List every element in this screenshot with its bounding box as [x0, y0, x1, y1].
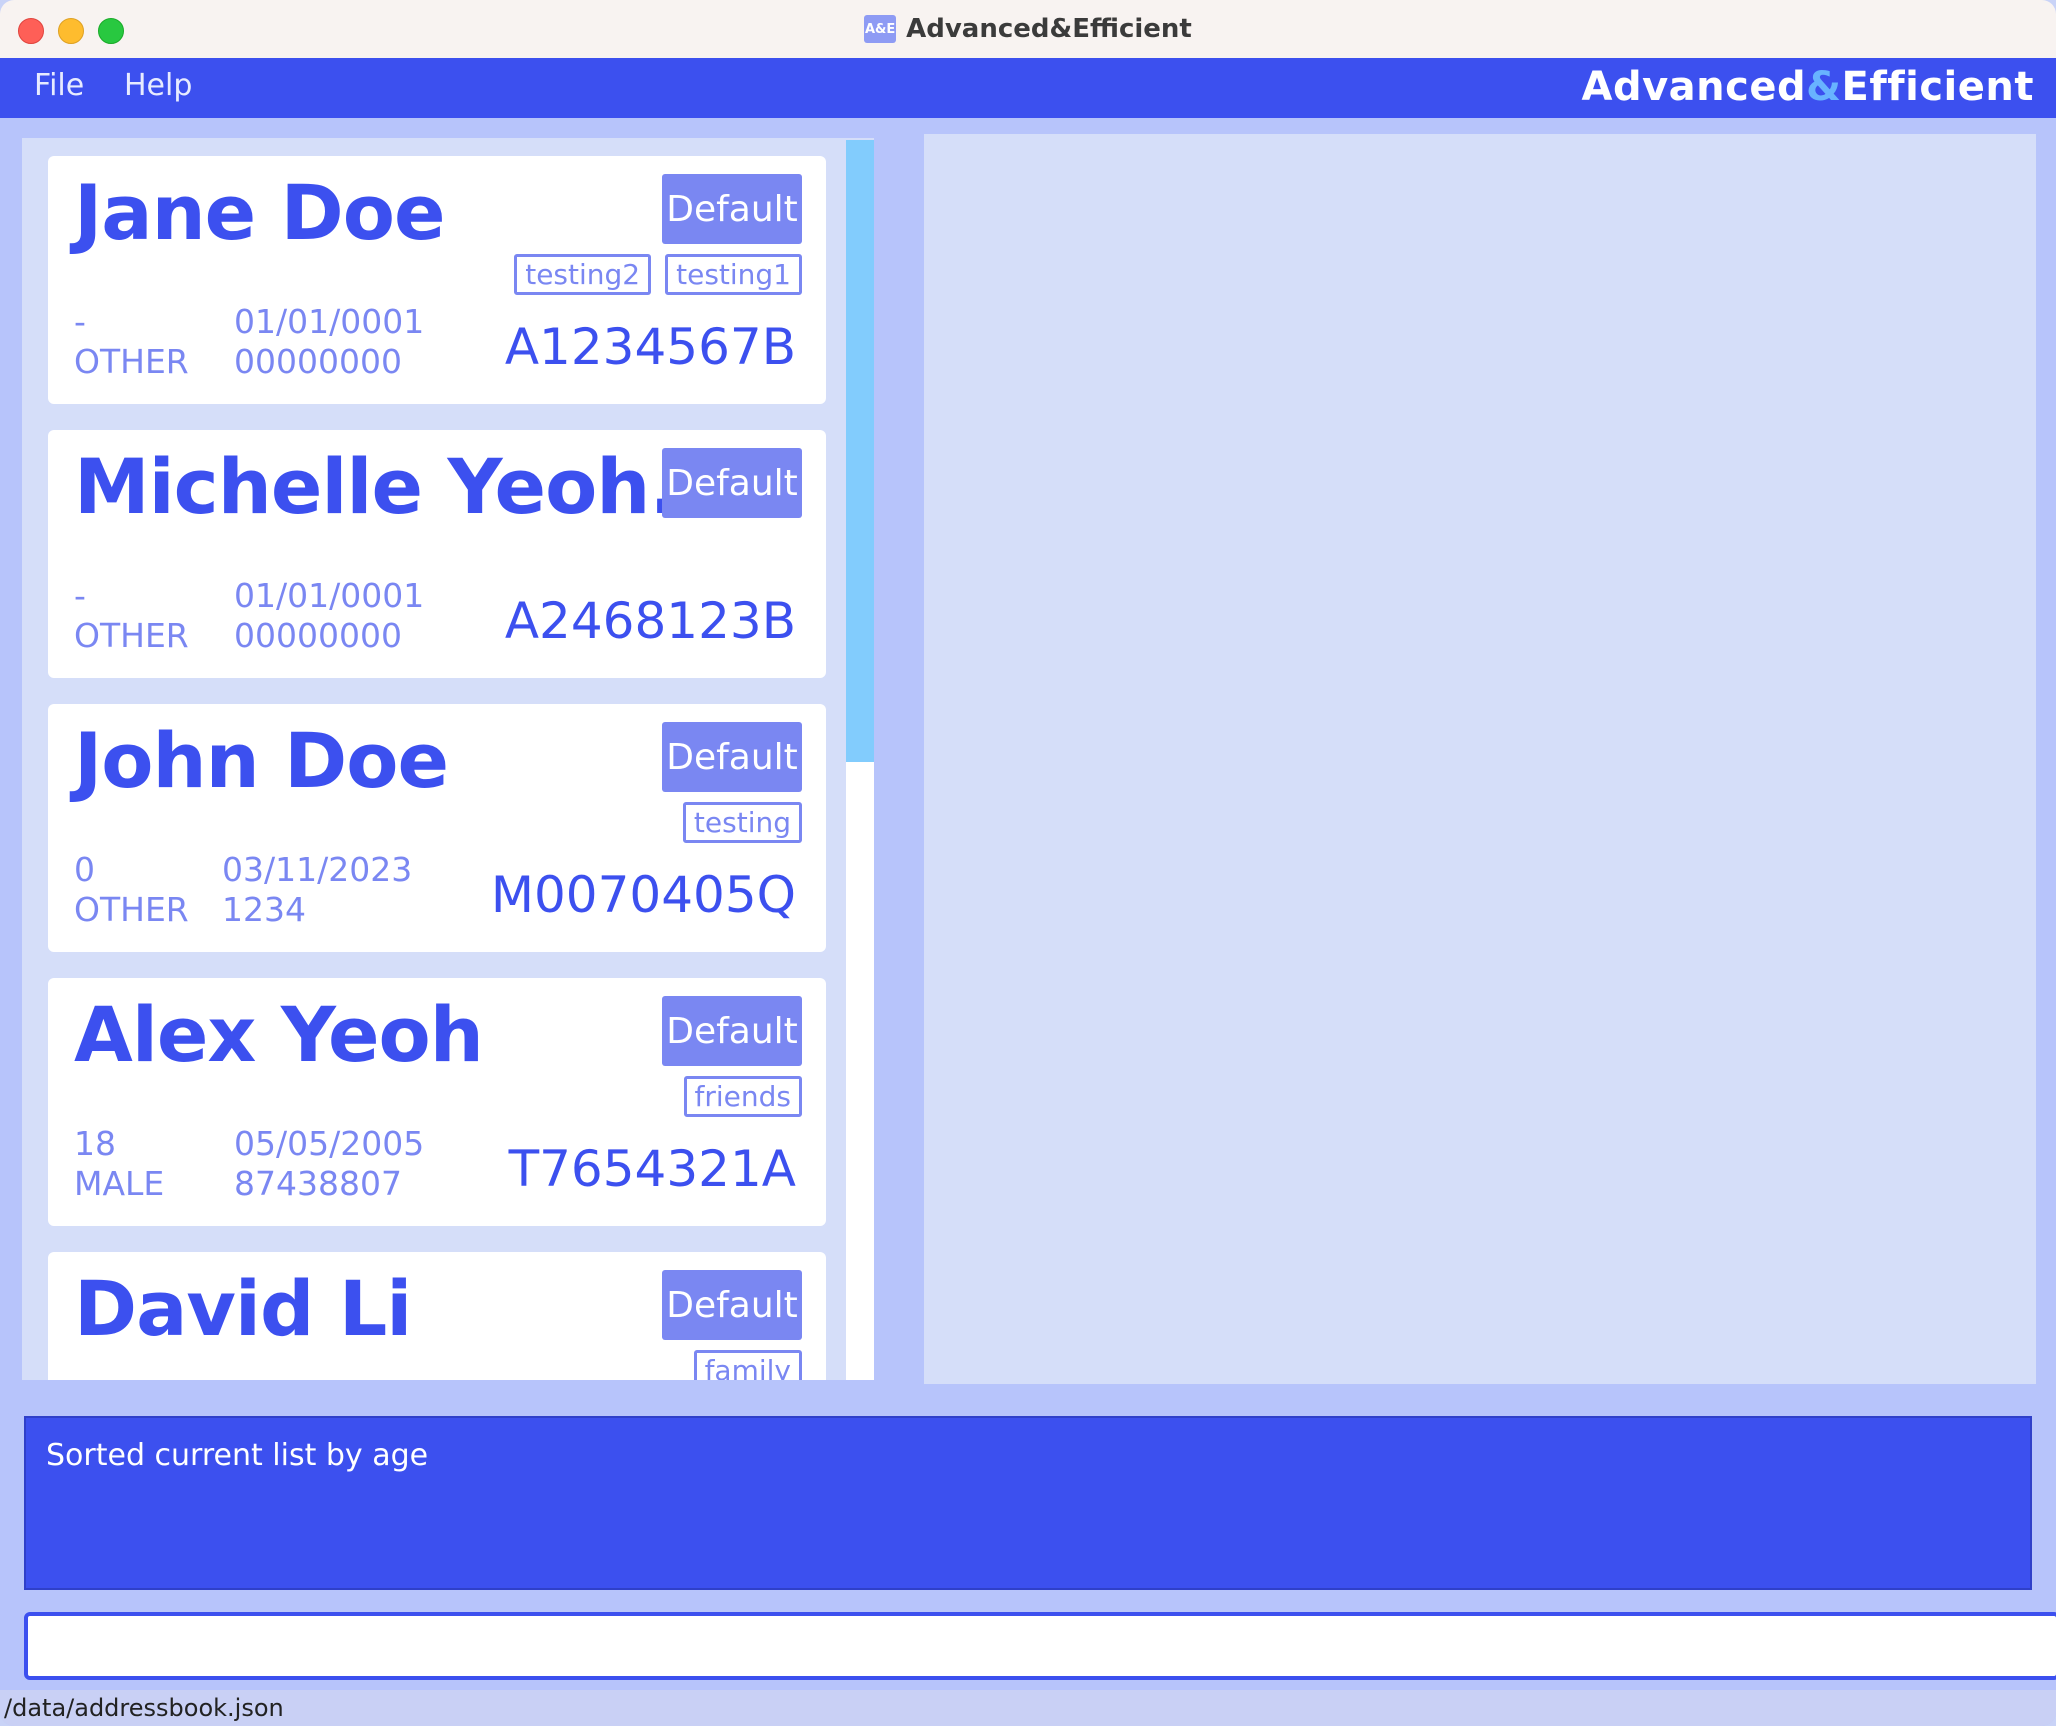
person-gender: MALE: [74, 1164, 165, 1203]
menu-file[interactable]: File: [34, 68, 84, 103]
person-name: John Doe: [74, 716, 449, 805]
priority-badge: Default: [662, 722, 802, 792]
person-card[interactable]: John Doe Default testing 0 OTHER 03/11/2…: [48, 704, 826, 952]
brand-ampersand: &: [1806, 64, 1842, 110]
person-age: -: [74, 302, 86, 341]
person-dob: 01/01/0001: [234, 302, 425, 341]
person-card[interactable]: David Li Default family: [48, 1252, 826, 1380]
person-detail-panel: [924, 134, 2036, 1384]
person-card[interactable]: Alex Yeoh Default friends 18 MALE 05/05/…: [48, 978, 826, 1226]
priority-badge: Default: [662, 174, 802, 244]
person-card[interactable]: Michelle Yeoh... Default - OTHER 01/01/0…: [48, 430, 826, 678]
person-phone: 00000000: [234, 342, 402, 381]
tag: family: [693, 1350, 802, 1380]
person-age: 18: [74, 1124, 116, 1163]
menu-help[interactable]: Help: [124, 68, 192, 103]
person-age: 0: [74, 850, 95, 889]
status-bar-path: /data/addressbook.json: [0, 1690, 2056, 1726]
priority-badge: Default: [662, 448, 802, 518]
tag-list: friends: [683, 1076, 802, 1117]
tag: testing2: [514, 254, 652, 295]
person-gender: OTHER: [74, 616, 189, 655]
person-phone: 87438807: [234, 1164, 402, 1203]
brand-left: Advanced: [1581, 64, 1807, 110]
menu-bar: File Help Advanced&Efficient: [0, 58, 2056, 118]
priority-badge: Default: [662, 1270, 802, 1340]
person-dob: 01/01/0001: [234, 576, 425, 615]
tag-list: testing2 testing1: [514, 254, 802, 295]
tag-list: family: [693, 1350, 802, 1380]
person-nric: A2468123B: [504, 592, 796, 650]
person-phone: 00000000: [234, 616, 402, 655]
brand-logo: Advanced&Efficient: [1582, 64, 2035, 110]
person-nric: M0070405Q: [490, 866, 796, 924]
person-name: Michelle Yeoh...: [74, 442, 734, 531]
list-scrollbar-thumb[interactable]: [846, 140, 874, 762]
person-list-panel[interactable]: Jane Doe Default testing2 testing1 - OTH…: [22, 138, 876, 1380]
priority-badge: Default: [662, 996, 802, 1066]
window-title: Advanced&Efficient: [906, 14, 1192, 44]
tag: testing1: [665, 254, 802, 295]
app-window: A&E Advanced&Efficient File Help Advance…: [0, 0, 2056, 1726]
app-icon: A&E: [864, 15, 897, 43]
command-input[interactable]: [24, 1612, 2056, 1680]
person-dob: 03/11/2023: [222, 850, 413, 889]
title-bar: A&E Advanced&Efficient: [0, 0, 2056, 59]
person-gender: OTHER: [74, 342, 189, 381]
person-gender: OTHER: [74, 890, 189, 929]
result-message: Sorted current list by age: [46, 1438, 429, 1473]
panel-divider: [874, 138, 904, 1382]
person-card[interactable]: Jane Doe Default testing2 testing1 - OTH…: [48, 156, 826, 404]
person-phone: 1234: [222, 890, 306, 929]
person-nric: A1234567B: [504, 318, 796, 376]
tag: friends: [683, 1076, 802, 1117]
person-nric: T7654321A: [508, 1140, 796, 1198]
person-name: Alex Yeoh: [74, 990, 484, 1079]
tag-list: testing: [682, 802, 802, 843]
brand-right: Efficient: [1841, 64, 2034, 110]
person-name: David Li: [74, 1264, 412, 1353]
tag: testing: [682, 802, 802, 843]
person-age: -: [74, 576, 86, 615]
person-dob: 05/05/2005: [234, 1124, 425, 1163]
result-display: Sorted current list by age: [24, 1416, 2032, 1590]
title-wrap: A&E Advanced&Efficient: [0, 0, 2056, 58]
person-name: Jane Doe: [74, 168, 446, 257]
